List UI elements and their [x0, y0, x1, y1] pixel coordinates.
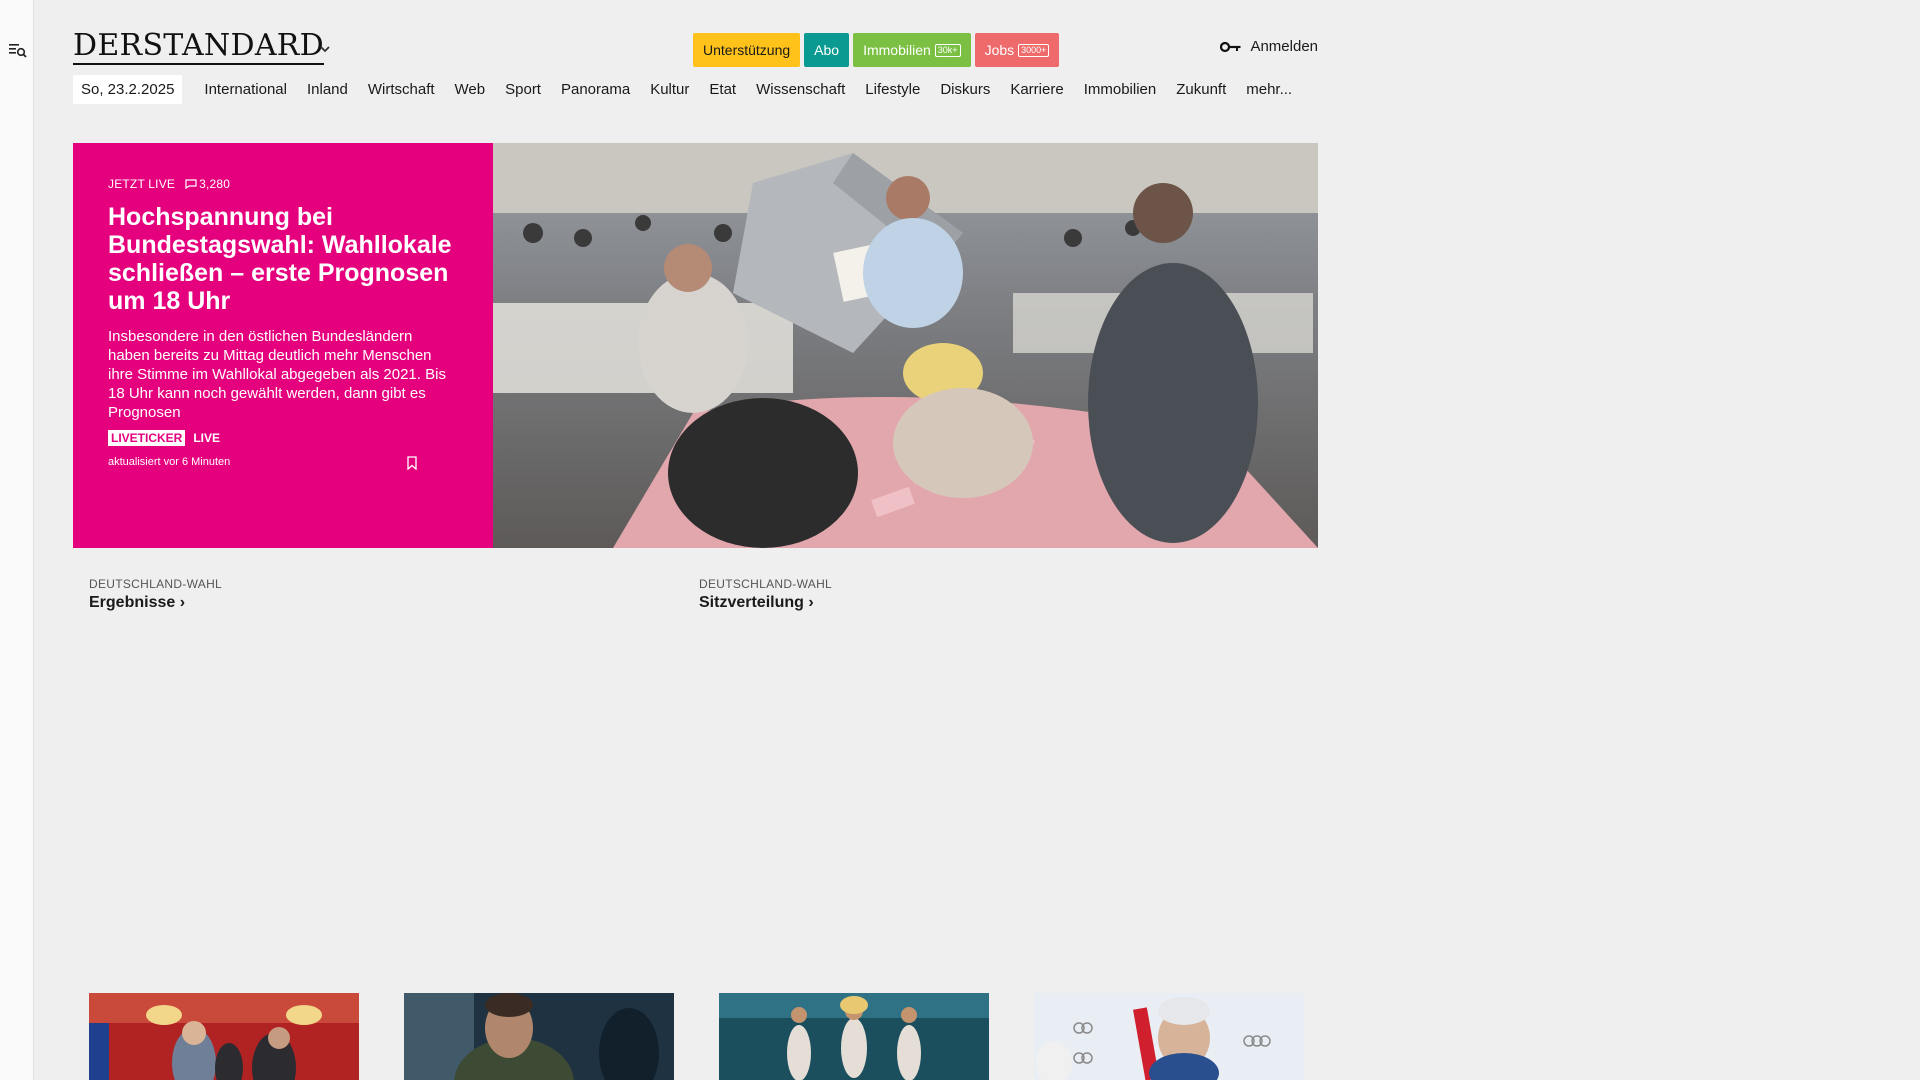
- sub-title: Ergebnisse ›: [89, 594, 186, 611]
- login-button[interactable]: Anmelden: [1220, 38, 1318, 55]
- seats-link[interactable]: DEUTSCHLAND-WAHL Sitzverteilung ›: [699, 577, 1309, 612]
- login-label: Anmelden: [1250, 38, 1318, 55]
- immobilien-count-tag: 30k+: [934, 43, 961, 57]
- nav-item-wissenschaft[interactable]: Wissenschaft: [756, 81, 845, 98]
- comment-count-value: 3,280: [199, 177, 231, 191]
- menu-search-icon[interactable]: [8, 40, 28, 60]
- site-logo[interactable]: DERSTANDARD: [73, 29, 325, 65]
- hero-lead: Insbesondere in den östlichen Bundesländ…: [108, 328, 446, 421]
- promo-pills: Unterstützung Abo Immobilien 30k+ Jobs 300…: [693, 33, 1060, 67]
- chevron-down-icon[interactable]: [318, 42, 332, 56]
- jobs-count-tag: 3000+: [1018, 43, 1050, 57]
- nav-item-web[interactable]: Web: [455, 81, 486, 98]
- hero-teaser[interactable]: JETZT LIVE 3,280 Hochspannung bei Bundes…: [73, 143, 1318, 548]
- updated-time: aktualisiert vor 6 Minuten: [108, 456, 231, 468]
- teaser-thumb[interactable]: [89, 993, 359, 1080]
- ballot-counting-photo: [493, 143, 1318, 548]
- teaser-thumb[interactable]: [404, 993, 674, 1080]
- nav-item-diskurs[interactable]: Diskurs: [940, 81, 990, 98]
- jobs-button[interactable]: Jobs 3000+: [974, 33, 1060, 67]
- support-label: Unterstützung: [703, 42, 791, 58]
- nav-item-inland[interactable]: Inland: [307, 81, 348, 98]
- hero-text-panel: JETZT LIVE 3,280 Hochspannung bei Bundes…: [73, 143, 493, 548]
- politics-photo: [89, 993, 359, 1080]
- side-rail: [0, 0, 34, 1080]
- nav-item-panorama[interactable]: Panorama: [561, 81, 630, 98]
- hero-title[interactable]: Hochspannung bei Bundestagswahl: Wahllok…: [108, 203, 458, 315]
- live-kicker: JETZT LIVE: [108, 177, 176, 191]
- sub-title: Sitzverteilung ›: [699, 594, 814, 611]
- nav-item-zukunft[interactable]: Zukunft: [1176, 81, 1226, 98]
- teaser-thumb[interactable]: [719, 993, 989, 1080]
- main-nav: So, 23.2.2025 International Inland Wirts…: [73, 70, 1318, 108]
- nav-item-wirtschaft[interactable]: Wirtschaft: [368, 81, 435, 98]
- comment-icon: [185, 179, 197, 189]
- hero-meta: aktualisiert vor 6 Minuten: [108, 456, 458, 470]
- results-link[interactable]: DEUTSCHLAND-WAHL Ergebnisse ›: [89, 577, 699, 612]
- key-icon: [1220, 41, 1241, 52]
- stage-performance-photo: [719, 993, 989, 1080]
- immobilien-button[interactable]: Immobilien 30k+: [853, 33, 971, 67]
- ski-podium-photo: [1034, 993, 1304, 1080]
- nav-item-lifestyle[interactable]: Lifestyle: [865, 81, 920, 98]
- header: DERSTANDARD Unterstützung Abo Immobilien…: [73, 0, 1318, 70]
- sub-kicker: DEUTSCHLAND-WAHL: [89, 577, 223, 591]
- nav-item-more[interactable]: mehr...: [1246, 81, 1292, 98]
- nav-item-etat[interactable]: Etat: [709, 81, 736, 98]
- jobs-label: Jobs: [984, 42, 1015, 58]
- liveticker-badge: LIVETICKER: [108, 430, 186, 446]
- immobilien-label: Immobilien: [863, 42, 931, 58]
- nav-item-karriere[interactable]: Karriere: [1010, 81, 1063, 98]
- sub-links: DEUTSCHLAND-WAHL Ergebnisse › DEUTSCHLAN…: [89, 577, 1309, 612]
- hero-kicker: JETZT LIVE 3,280: [108, 177, 458, 191]
- live-badge: LIVE: [193, 431, 221, 445]
- nav-item-kultur[interactable]: Kultur: [650, 81, 689, 98]
- teaser-thumbnails: [89, 993, 1304, 1080]
- teaser-thumb[interactable]: [1034, 993, 1304, 1080]
- nav-item-international[interactable]: International: [204, 81, 287, 98]
- portrait-photo: [404, 993, 674, 1080]
- sub-kicker: DEUTSCHLAND-WAHL: [699, 577, 833, 591]
- nav-item-sport[interactable]: Sport: [505, 81, 541, 98]
- page-wrapper: DERSTANDARD Unterstützung Abo Immobilien…: [73, 0, 1318, 1080]
- support-button[interactable]: Unterstützung: [693, 33, 801, 67]
- hero-image[interactable]: [493, 143, 1318, 548]
- nav-item-immobilien[interactable]: Immobilien: [1084, 81, 1157, 98]
- bookmark-icon[interactable]: [406, 456, 418, 470]
- abo-button[interactable]: Abo: [804, 33, 850, 67]
- comment-count[interactable]: 3,280: [185, 177, 230, 191]
- hero-badges: LIVETICKER LIVE: [108, 430, 458, 446]
- abo-label: Abo: [814, 42, 840, 58]
- current-date: So, 23.2.2025: [73, 74, 183, 104]
